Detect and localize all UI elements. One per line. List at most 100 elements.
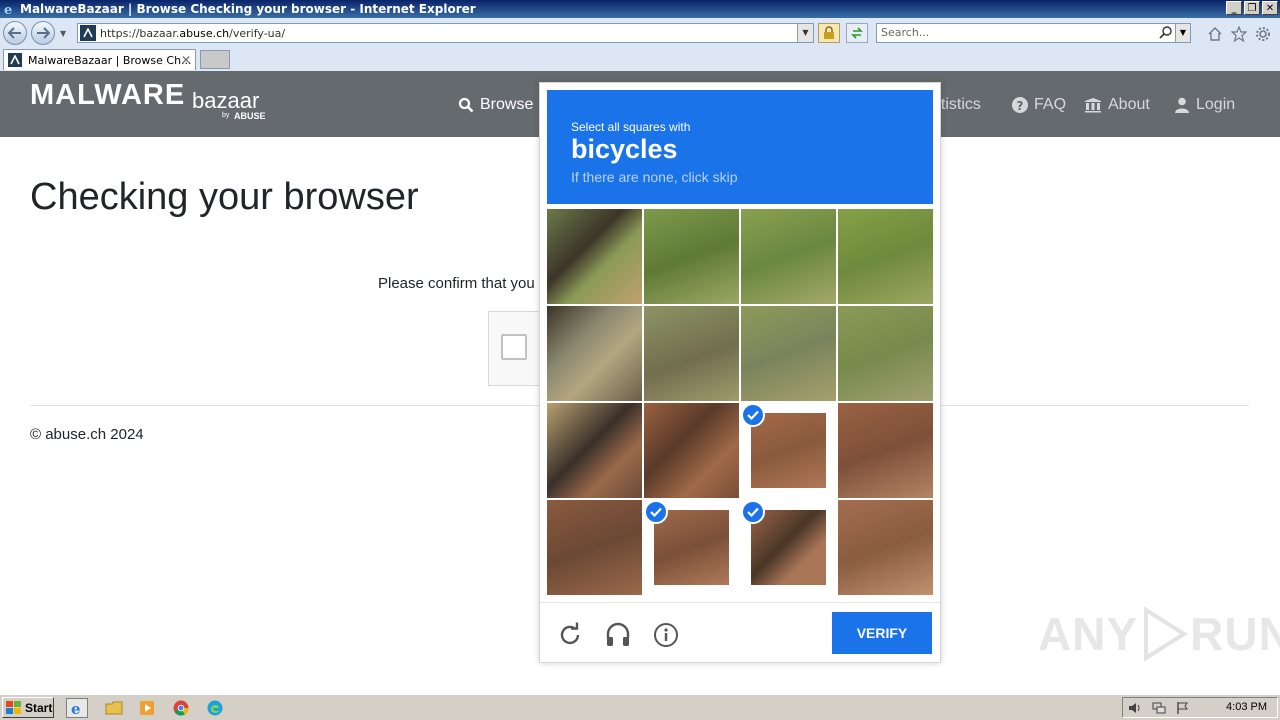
address-url: https://bazaar.abuse.ch/verify-ua/ [100,26,286,40]
nav-login[interactable]: Login [1174,96,1235,114]
anyrun-watermark: ANY RUN [1038,606,1280,662]
windows-logo-icon [6,700,21,714]
svg-text:e: e [4,3,12,16]
verify-button[interactable]: VERIFY [832,612,932,654]
favorites-star-icon[interactable] [1230,25,1248,43]
checkmark-icon [741,403,765,427]
taskbar-chrome-icon[interactable] [170,698,192,718]
new-tab-button[interactable] [200,50,230,69]
nav-login-label: Login [1196,96,1236,113]
tab-title: MalwareBazaar | Browse Ch... [28,53,192,67]
volume-icon[interactable] [1127,700,1143,716]
nav-about[interactable]: About [1084,96,1150,114]
challenge-tile-image [751,413,826,488]
watermark-right: RUN [1190,608,1280,660]
challenge-tile[interactable] [741,403,836,498]
nav-about-label: About [1108,96,1150,113]
challenge-tile-image [654,510,729,585]
refresh-arrows-icon [851,27,863,39]
nav-browse[interactable]: Browse [458,96,533,114]
challenge-tile[interactable] [838,500,933,595]
challenge-tile-image [838,209,933,304]
close-window-button[interactable]: ✕ [1262,1,1278,15]
challenge-tile[interactable] [547,209,642,304]
lock-icon[interactable] [818,23,840,43]
challenge-tile-image [547,209,642,304]
challenge-tile[interactable] [644,306,739,401]
nav-faq[interactable]: ? FAQ [1012,96,1066,114]
captcha-challenge: Select all squares with bicycles If ther… [539,82,941,663]
search-input[interactable]: Search... ▼ [876,23,1191,43]
settings-gear-icon[interactable] [1254,25,1272,43]
svg-text:?: ? [1017,99,1024,113]
user-icon [1175,97,1189,113]
nav-browse-label: Browse [480,96,534,113]
challenge-tile-image [838,500,933,595]
challenge-tile-image [741,306,836,401]
refresh-challenge-button[interactable] [556,621,584,649]
home-icon[interactable] [1206,25,1224,43]
challenge-tile[interactable] [547,500,642,595]
challenge-tile[interactable] [741,306,836,401]
site-favicon-icon [80,25,96,41]
history-dropdown-icon[interactable]: ▼ [60,29,66,38]
challenge-tile[interactable] [547,403,642,498]
challenge-tile[interactable] [644,500,739,595]
svg-text:e: e [71,700,81,716]
restore-button[interactable]: ❐ [1244,1,1260,15]
search-icon [458,97,474,113]
challenge-tile[interactable] [741,209,836,304]
challenge-tile[interactable] [838,306,933,401]
prompt-target-word: bicycles [571,134,678,164]
address-bar[interactable]: https://bazaar.abuse.ch/verify-ua/ ▼ [77,23,814,43]
compat-refresh-button[interactable] [846,23,868,43]
challenge-prompt: Select all squares with bicycles If ther… [547,90,933,204]
tab-close-icon[interactable]: ✕ [181,53,191,67]
logo-malware[interactable]: MALWARE [30,79,185,112]
ie-logo-icon: e [2,1,18,17]
back-button[interactable] [3,21,27,45]
challenge-tile[interactable] [741,500,836,595]
challenge-tile-image [547,306,642,401]
challenge-tile[interactable] [547,306,642,401]
nav-faq-label: FAQ [1034,96,1067,113]
search-icon[interactable] [1159,26,1172,45]
logo-abuse: ABUSE [234,111,266,121]
challenge-tile[interactable] [838,209,933,304]
challenge-tile-image [644,403,739,498]
info-icon [654,623,678,647]
forward-button[interactable] [31,21,55,45]
page-title: Checking your browser [30,176,419,218]
challenge-tile-image [644,306,739,401]
search-dropdown-icon[interactable]: ▼ [1175,24,1190,42]
window-titlebar: e MalwareBazaar | Browse Checking your b… [0,0,1280,18]
taskbar: Start e 4:03 PM [0,694,1280,720]
address-dropdown-icon[interactable]: ▼ [797,24,813,42]
challenge-tile[interactable] [644,209,739,304]
headphones-icon [606,622,630,646]
question-icon: ? [1012,97,1028,113]
prompt-hint: If there are none, click skip [571,169,738,185]
challenge-tile-image [751,510,826,585]
challenge-tile-image [838,403,933,498]
taskbar-media-player-icon[interactable] [136,698,158,718]
taskbar-ie-icon[interactable]: e [66,698,88,718]
taskbar-edge-icon[interactable] [204,698,226,718]
logo-by: by [222,112,230,119]
challenge-tile[interactable] [838,403,933,498]
checkmark-icon [644,500,668,524]
captcha-checkbox[interactable] [501,334,527,360]
taskbar-explorer-icon[interactable] [103,698,125,718]
start-button[interactable]: Start [2,697,54,718]
info-button[interactable] [652,621,680,649]
tab-malwarebazaar[interactable]: MalwareBazaar | Browse Ch... ✕ [3,49,196,70]
audio-challenge-button[interactable] [604,621,632,649]
challenge-tile-image [644,209,739,304]
action-center-flag-icon[interactable] [1175,700,1191,716]
network-icon[interactable] [1151,700,1167,716]
challenge-tile[interactable] [644,403,739,498]
challenge-tile-image [547,500,642,595]
minimize-button[interactable]: _ [1226,1,1242,15]
system-tray: 4:03 PM [1122,697,1278,718]
tab-strip: MalwareBazaar | Browse Ch... ✕ [0,48,1280,71]
